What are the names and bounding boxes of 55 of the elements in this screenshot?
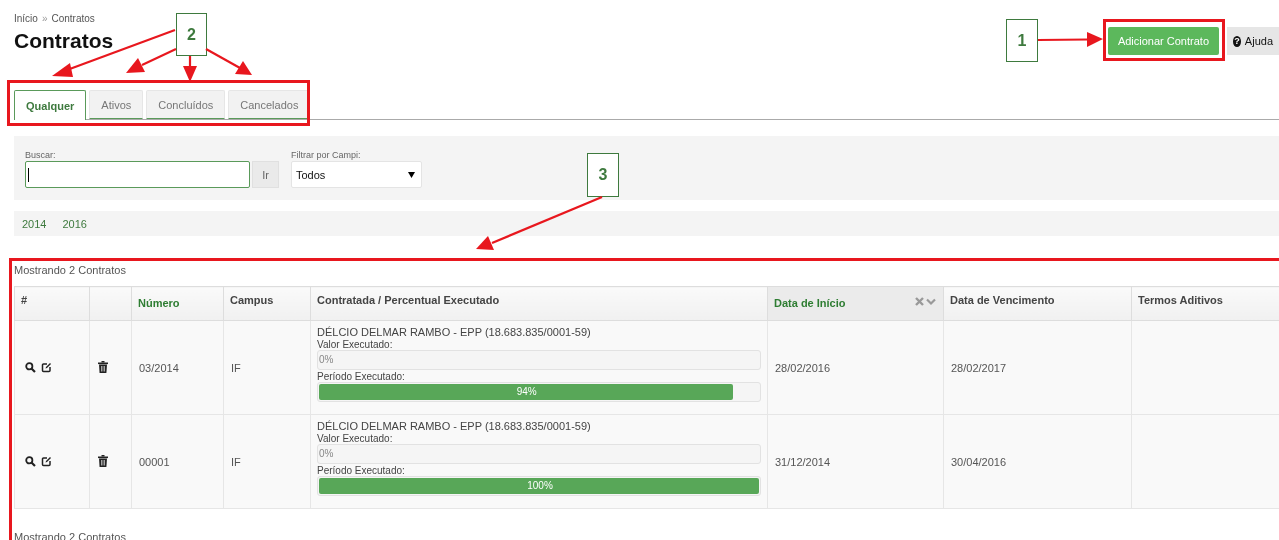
search-icon[interactable]: [25, 456, 36, 467]
progress-value: 100%: [526, 479, 554, 493]
field-label: Filtrar por Campi:: [291, 149, 362, 161]
company-name: DÉLCIO DELMAR RAMBO - EPP (18.683.835/0001-59): [317, 420, 592, 433]
add-contract-button[interactable]: Adicionar Contrato: [1107, 27, 1219, 55]
callout-number: 1: [1006, 19, 1038, 62]
progress-label: Período Executado:: [317, 371, 406, 382]
search-icon[interactable]: [25, 362, 36, 373]
filter-tab[interactable]: Concluídos: [146, 90, 226, 119]
callout-arrow: [205, 48, 252, 75]
edit-icon[interactable]: [41, 456, 52, 467]
help-button[interactable]: ? Ajuda: [1227, 27, 1279, 55]
progress-label: Período Executado:: [317, 465, 406, 476]
year-link[interactable]: 2014: [22, 217, 47, 230]
table-cell: 00001: [131, 414, 224, 509]
column-header[interactable]: Data de Início: [767, 286, 944, 321]
column-header: Campus: [223, 286, 311, 321]
table-cell: 31/12/2014: [767, 414, 944, 509]
breadcrumb-separator: »: [41, 12, 48, 26]
callout-number: 3: [587, 153, 619, 197]
table-cell: 28/02/2017: [943, 320, 1132, 415]
edit-icon[interactable]: [41, 362, 52, 373]
trash-icon[interactable]: [98, 360, 108, 373]
table-cell: 03/2014: [131, 320, 224, 415]
column-header: #: [14, 286, 90, 321]
filter-tab[interactable]: Qualquer: [14, 90, 87, 120]
trash-icon[interactable]: [98, 454, 108, 467]
callout-number: 2: [176, 13, 207, 56]
column-header: Termos Aditivos: [1131, 286, 1279, 321]
column-header[interactable]: Número: [131, 286, 224, 321]
breadcrumb-item[interactable]: Início: [14, 12, 38, 26]
column-header: Data de Vencimento: [943, 286, 1132, 321]
year-link[interactable]: 2016: [62, 217, 87, 230]
table-cell: 28/02/2016: [767, 320, 944, 415]
search-field[interactable]: [25, 161, 250, 188]
campus-select[interactable]: Todos: [291, 161, 422, 188]
go-button[interactable]: Ir: [252, 161, 279, 188]
page-title: Contratos: [14, 28, 114, 54]
callout-arrow: [1038, 32, 1103, 47]
result-count: Mostrando 2 Contratos: [14, 264, 127, 276]
progress-label: Valor Executado:: [317, 339, 394, 350]
table-cell: IF: [223, 320, 311, 415]
table-cell: 30/04/2016: [943, 414, 1132, 509]
column-header: Contratada / Percentual Executado: [310, 286, 768, 321]
callout-arrow: [183, 56, 197, 82]
table-cell: IF: [223, 414, 311, 509]
progress-value: 0%: [319, 447, 334, 461]
progress-value: 0%: [319, 353, 334, 367]
dropdown-arrow-icon: [408, 171, 415, 178]
field-label: Buscar:: [25, 149, 57, 161]
progress-value: 94%: [515, 385, 538, 399]
company-name: DÉLCIO DELMAR RAMBO - EPP (18.683.835/0001-59): [317, 326, 592, 339]
progress-label: Valor Executado:: [317, 433, 394, 444]
filter-tab[interactable]: Ativos: [89, 90, 144, 119]
breadcrumb-item: Contratos: [51, 12, 95, 26]
